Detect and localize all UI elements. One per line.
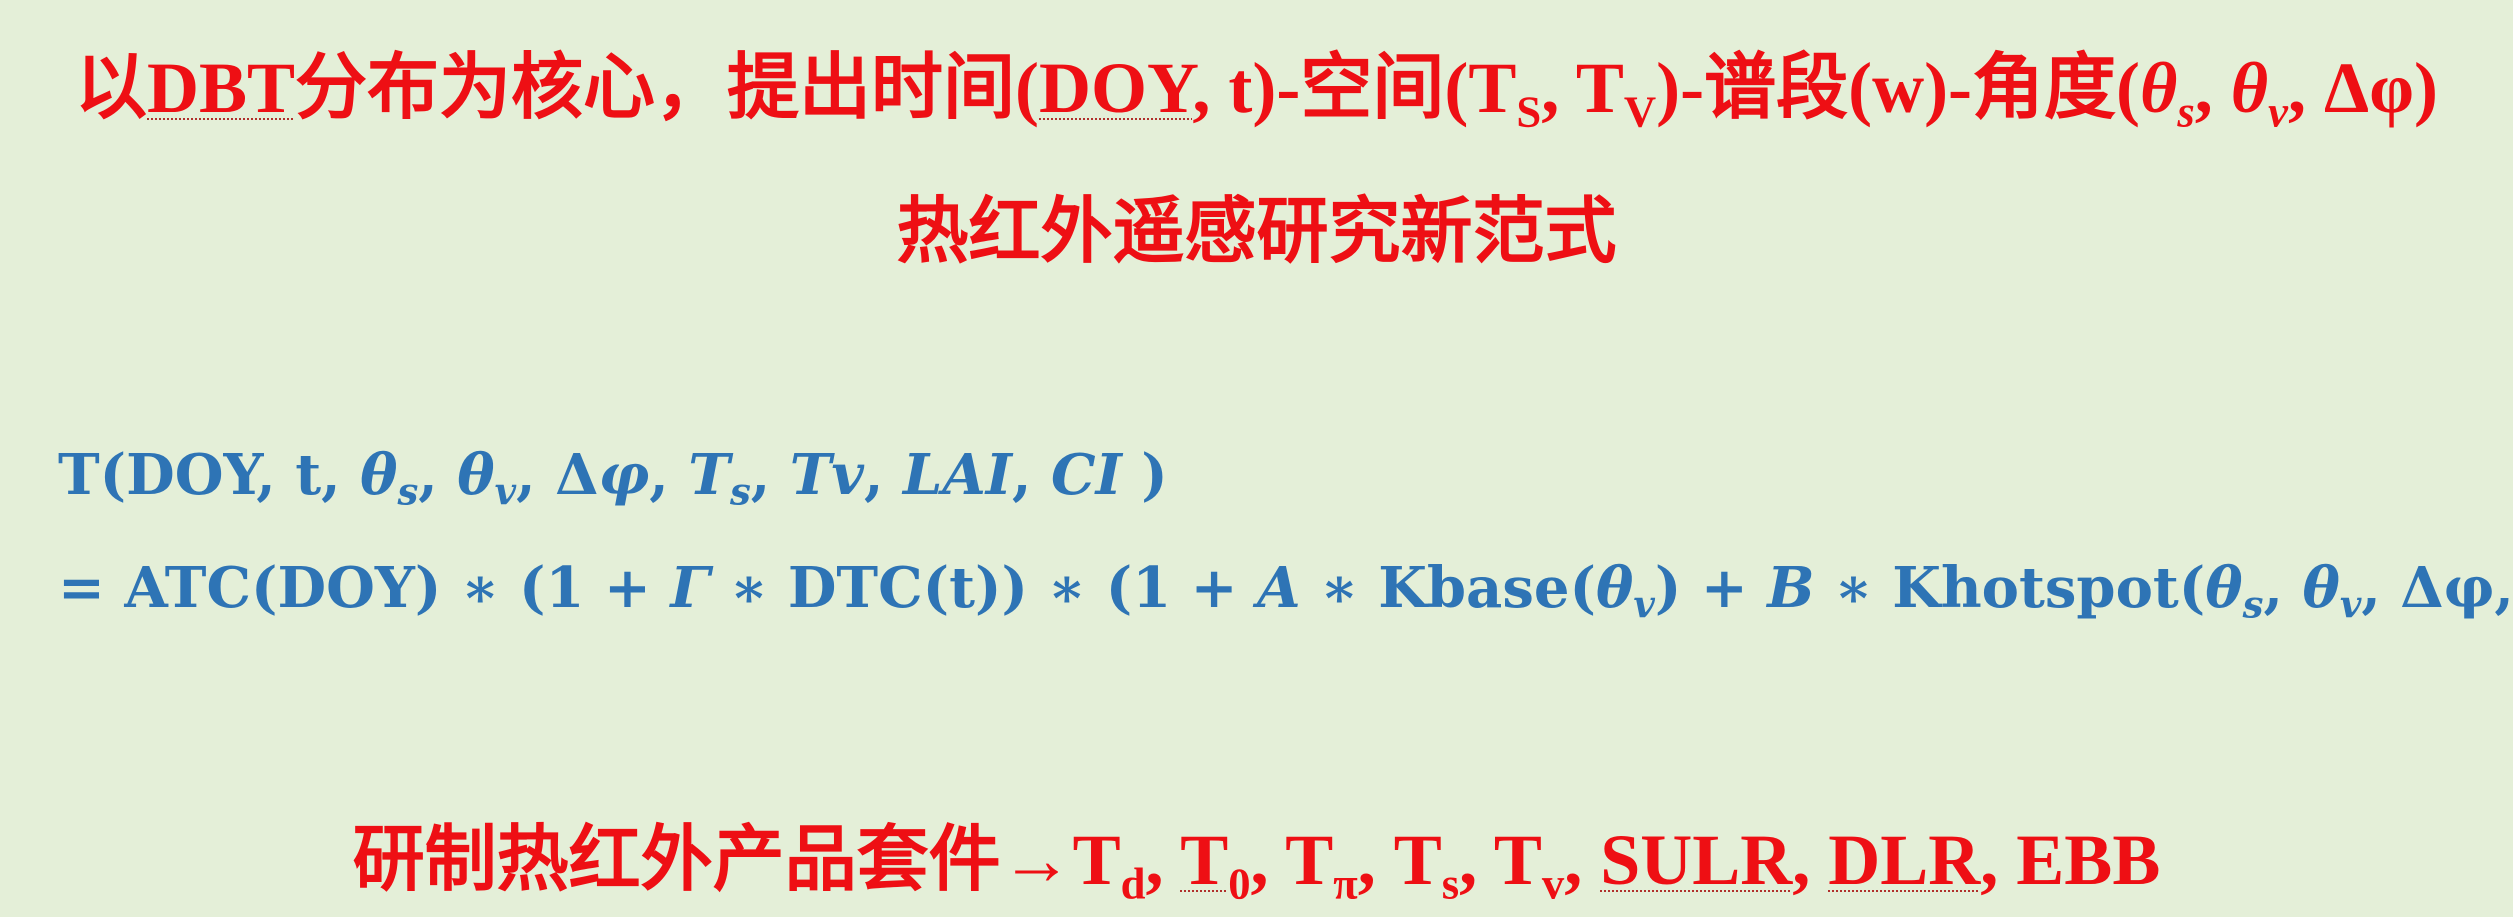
title-subscript: v xyxy=(2268,86,2288,137)
eq-var: B xyxy=(1767,555,1815,621)
title-seg: , xyxy=(2194,48,2231,128)
eq-seg: , xyxy=(418,442,458,508)
eq-theta: θ xyxy=(457,442,495,508)
products-seg: , T xyxy=(1250,820,1334,900)
eq-seg: , xyxy=(1012,442,1051,508)
eq-seg: T(DOY, t, xyxy=(58,442,361,508)
title-seg: DOY xyxy=(1039,48,1193,128)
products-dlr: DLR xyxy=(1828,820,1981,900)
eq-seg: ∗ Kbase( xyxy=(1300,555,1596,621)
products-subscript: v xyxy=(1541,858,1565,909)
subtitle-line: 热红外遥感研究新范式 xyxy=(896,192,1617,272)
products-seg: , T xyxy=(1459,820,1542,900)
eq-subscript: v xyxy=(494,469,517,514)
products-sulr: SULR xyxy=(1600,820,1793,900)
products-seg: , EBB xyxy=(1980,820,2161,900)
eq-theta: θ xyxy=(360,442,398,508)
eq-var: A xyxy=(1257,555,1301,621)
products-subscript: π xyxy=(1333,858,1358,909)
eq-seg: , xyxy=(649,442,689,508)
title-subscript: S xyxy=(1516,86,1542,137)
title-subscript: V xyxy=(1623,86,1657,137)
eq-seg: = ATC(DOY) ∗ (1 + xyxy=(58,555,671,621)
products-seg: , xyxy=(1792,820,1829,900)
products-line: 研制热红外产品套件→Td, T0, Tπ, Ts, Tv, SULR, DLR,… xyxy=(0,800,2513,909)
products-seg: , xyxy=(1145,820,1181,900)
products-seg: 研制热红外产品套件→T xyxy=(352,820,1121,900)
title-seg: 以 xyxy=(74,48,147,128)
eq-subscript: s xyxy=(729,469,751,514)
eq-seg: , xyxy=(2263,555,2303,621)
eq-var: LAI xyxy=(902,442,1012,508)
title-theta: θ xyxy=(2230,48,2269,128)
title-seg: , Δφ) xyxy=(2287,48,2438,128)
title-seg: DBT xyxy=(147,48,296,128)
title-seg: 分布为核心，提出时间( xyxy=(295,48,1040,128)
eq-seg: ∗ DTC(t)) ∗ (1 + xyxy=(710,555,1258,621)
eq-var: T xyxy=(688,442,730,508)
eq-seg: ) + xyxy=(1654,555,1768,621)
title-seg: , t)-空间(T xyxy=(1192,48,1517,128)
products-seg: , T xyxy=(1357,820,1442,900)
products-subscript: d xyxy=(1120,858,1146,909)
eq-seg: , Δφ, w)) xyxy=(2361,555,2513,621)
eq-theta: θ xyxy=(2205,555,2243,621)
title-subscript: s xyxy=(2177,86,2195,137)
eq-seg: , Δ xyxy=(516,442,599,508)
equation-line-1: T(DOY, t, θs, θv, Δφ, Ts, Tv, LAI, CI ) xyxy=(58,442,1168,513)
title-theta: θ xyxy=(2140,48,2178,128)
products-seg: , xyxy=(1564,820,1601,900)
eq-seg: ∗ Khotspot( xyxy=(1814,555,2206,621)
eq-seg: , xyxy=(750,442,790,508)
eq-var: CI xyxy=(1051,442,1122,508)
title-seg: , T xyxy=(1541,48,1624,128)
eq-seg: ) xyxy=(1121,442,1168,508)
eq-theta: θ xyxy=(2302,555,2340,621)
eq-seg: , xyxy=(863,442,903,508)
eq-subscript: s xyxy=(397,469,419,514)
eq-subscript: v xyxy=(1633,582,1655,627)
products-subscript: 0 xyxy=(1228,858,1251,909)
title-line: 以DBT分布为核心，提出时间(DOY, t)-空间(TS, TV)-谱段(w)-… xyxy=(0,28,2513,137)
equation-line-2: = ATC(DOY) ∗ (1 + Γ ∗ DTC(t)) ∗ (1 + A ∗… xyxy=(58,555,2513,626)
eq-subscript: v xyxy=(2339,582,2362,627)
eq-var: Γ xyxy=(670,555,711,621)
eq-subscript: s xyxy=(2242,582,2264,627)
eq-var: Tv xyxy=(789,442,864,508)
products-subscript: s xyxy=(1441,858,1460,909)
products-t0: T0 xyxy=(1180,820,1250,908)
products-seg: T xyxy=(1180,820,1229,900)
eq-phi: φ xyxy=(598,442,650,508)
title-seg: )-谱段(w)-角度( xyxy=(1656,48,2141,128)
eq-theta: θ xyxy=(1596,555,1634,621)
